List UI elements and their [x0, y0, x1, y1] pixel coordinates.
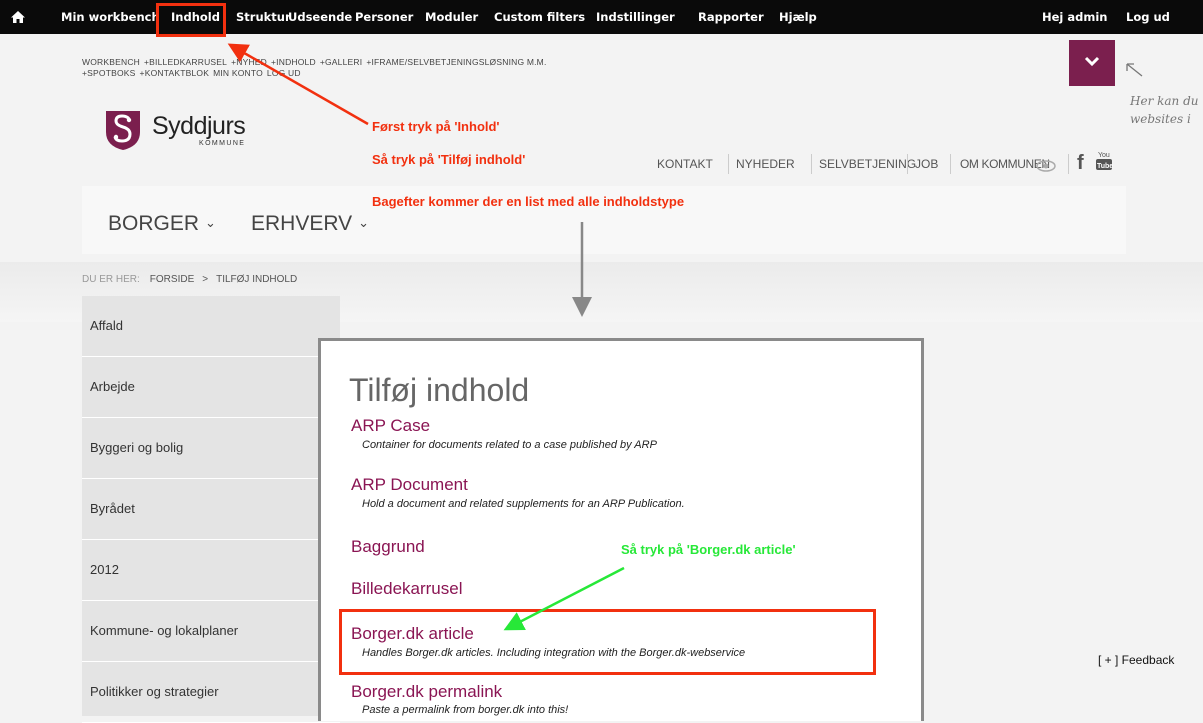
sidebar-item-label: Byggeri og bolig — [90, 440, 184, 455]
top-nav-divider — [1068, 154, 1069, 174]
admin-menu-udseende[interactable]: Udseende — [288, 0, 352, 34]
sidebar: Affald Arbejde › Byggeri og bolig › Byrå… — [82, 296, 340, 723]
admin-logout-link[interactable]: Log ud — [1126, 0, 1170, 34]
annotation-step-2: Så tryk på 'Tilføj indhold' — [372, 152, 526, 167]
sidebar-item-2012[interactable]: 2012 › — [82, 540, 340, 601]
top-nav-selvbetjening[interactable]: SELVBETJENING — [819, 157, 916, 171]
svg-text:You: You — [1098, 152, 1110, 159]
content-type-arp-document[interactable]: ARP Document — [351, 475, 468, 495]
admin-menu-moduler[interactable]: Moduler — [425, 0, 478, 34]
shortcut-log-ud[interactable]: LOG UD — [267, 68, 301, 78]
facebook-icon[interactable]: f — [1077, 152, 1084, 175]
chevron-down-icon — [1084, 56, 1100, 67]
shortcut-billedkarrusel[interactable]: +BILLEDKARRUSEL — [144, 57, 227, 67]
sidebar-item-label: Affald — [90, 318, 124, 333]
top-nav-job[interactable]: JOB — [915, 157, 938, 171]
shortcut-spotboks[interactable]: +SPOTBOKS — [82, 68, 136, 78]
annotation-highlight-indhold — [156, 3, 226, 37]
sidebar-item-arbejde[interactable]: Arbejde › — [82, 357, 340, 418]
breadcrumb-separator: > — [202, 274, 209, 285]
content-type-description: Container for documents related to a cas… — [362, 439, 657, 451]
shortcut-min-konto[interactable]: MIN KONTO — [213, 68, 263, 78]
admin-menu-struktur[interactable]: Struktur — [236, 0, 291, 34]
content-type-arp-case[interactable]: ARP Case — [351, 416, 430, 436]
admin-menu-indstillinger[interactable]: Indstillinger — [596, 0, 675, 34]
hint-text: Her kan du websites i — [1130, 92, 1203, 128]
content-type-description: Hold a document and related supplements … — [362, 498, 685, 510]
sidebar-item-label: Kommune- og lokalplaner — [90, 623, 239, 638]
content-type-borger-dk-permalink[interactable]: Borger.dk permalink — [351, 682, 502, 702]
shortcut-nyhed[interactable]: +NYHED — [231, 57, 267, 67]
sidebar-item-label: 2012 — [90, 562, 119, 577]
annotation-step-4: Så tryk på 'Borger.dk article' — [621, 542, 796, 557]
shortcut-links: WORKBENCH +BILLEDKARRUSEL +NYHED +INDHOLD +G… — [82, 57, 722, 79]
top-nav-nyheder[interactable]: NYHEDER — [736, 157, 795, 171]
top-nav-kontakt[interactable]: KONTAKT — [657, 157, 713, 171]
top-nav-divider — [907, 154, 908, 174]
top-nav-divider — [811, 154, 812, 174]
page-title: Tilføj indhold — [349, 372, 530, 408]
admin-menu-rapporter[interactable]: Rapporter — [698, 0, 764, 34]
sidebar-item-byraadet[interactable]: Byrådet › — [82, 479, 340, 540]
feedback-link[interactable]: [ + ] Feedback — [1098, 653, 1174, 667]
top-nav-divider — [728, 154, 729, 174]
youtube-icon[interactable]: You Tube — [1095, 149, 1113, 171]
shortcut-kontaktblok[interactable]: +KONTAKTBLOK — [140, 68, 210, 78]
main-nav-borger[interactable]: BORGER ⌄ — [108, 212, 216, 236]
hint-arrow-icon — [1126, 63, 1143, 77]
hint-text-line-1: Her kan du — [1130, 94, 1199, 108]
annotation-step-1: Først tryk på 'Inhold' — [372, 119, 500, 134]
sidebar-item-kommune-og-lokalplaner[interactable]: Kommune- og lokalplaner › — [82, 601, 340, 662]
sidebar-item-politikker-og-strategier[interactable]: Politikker og strategier › — [82, 662, 340, 723]
top-nav-divider — [950, 154, 951, 174]
sidebar-item-label: Politikker og strategier — [90, 684, 219, 699]
logo-name[interactable]: Syddjurs — [152, 112, 246, 141]
sidebar-item-byggeri-og-bolig[interactable]: Byggeri og bolig › — [82, 418, 340, 479]
admin-greeting[interactable]: Hej admin — [1042, 0, 1107, 34]
annotation-step-3: Bagefter kommer der en list med alle ind… — [372, 194, 685, 209]
admin-menu-hjaelp[interactable]: Hjælp — [779, 0, 817, 34]
breadcrumb-current: TILFØJ INDHOLD — [216, 274, 298, 285]
content-type-baggrund[interactable]: Baggrund — [351, 537, 425, 557]
breadcrumb-prefix: DU ER HER: — [82, 274, 140, 285]
main-nav-erhverv-label: ERHVERV — [251, 212, 353, 235]
accessibility-eye-icon[interactable] — [1035, 159, 1057, 173]
chevron-down-icon: ⌄ — [205, 215, 216, 230]
hint-text-line-2: websites i — [1130, 112, 1191, 126]
annotation-highlight-borger-dk-article — [339, 609, 876, 675]
home-icon[interactable] — [10, 9, 26, 25]
content-type-billedekarrusel[interactable]: Billedekarrusel — [351, 579, 463, 599]
sidebar-item-affald[interactable]: Affald — [82, 296, 340, 357]
admin-menu-min-workbench[interactable]: Min workbench — [61, 0, 160, 34]
breadcrumb: DU ER HER: FORSIDE > TILFØJ INDHOLD — [82, 274, 305, 285]
main-nav-borger-label: BORGER — [108, 212, 200, 235]
chevron-down-icon: ⌄ — [358, 215, 370, 230]
syddjurs-logo-icon[interactable] — [103, 108, 143, 152]
shortcut-workbench[interactable]: WORKBENCH — [82, 57, 140, 67]
sidebar-item-label: Arbejde — [90, 379, 135, 394]
logo-subtitle: KOMMUNE — [199, 140, 246, 147]
shortcuts-toggle-button[interactable] — [1069, 40, 1115, 86]
admin-menu-personer[interactable]: Personer — [355, 0, 413, 34]
shortcut-galleri[interactable]: +GALLERI — [320, 57, 362, 67]
svg-text:Tube: Tube — [1097, 163, 1113, 170]
shortcut-iframe[interactable]: +IFRAME/SELVBETJENINGSLØSNING M.M. — [366, 57, 546, 67]
admin-menu-custom-filters[interactable]: Custom filters — [494, 0, 585, 34]
breadcrumb-forside[interactable]: FORSIDE — [150, 274, 194, 285]
sidebar-item-label: Byrådet — [90, 501, 135, 516]
content-type-description: Paste a permalink from borger.dk into th… — [362, 704, 569, 716]
shortcut-indhold[interactable]: +INDHOLD — [271, 57, 316, 67]
main-nav-erhverv[interactable]: ERHVERV ⌄ — [251, 212, 369, 236]
